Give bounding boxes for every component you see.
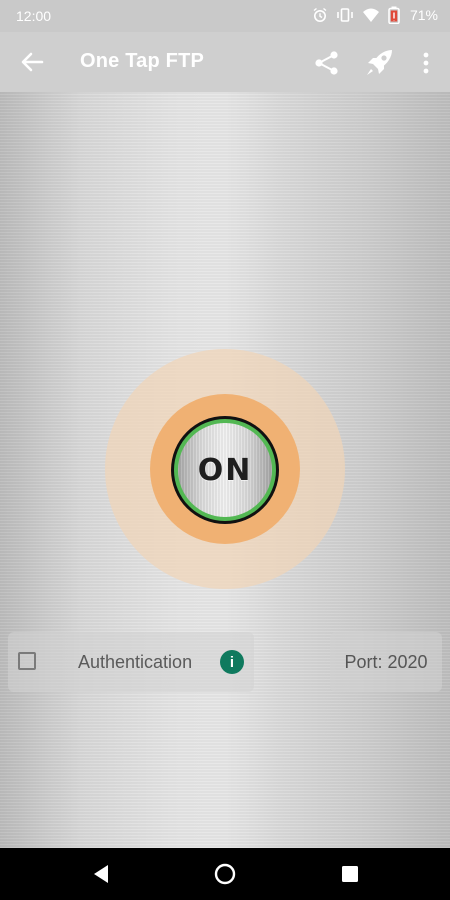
boost-button[interactable] <box>362 44 398 80</box>
nav-recents-button[interactable] <box>341 865 359 883</box>
nav-home-button[interactable] <box>213 862 237 886</box>
authentication-checkbox[interactable] <box>18 652 36 670</box>
port-label: Port: 2020 <box>344 651 428 672</box>
share-button[interactable] <box>312 48 342 78</box>
authentication-option[interactable]: Authentication i <box>8 632 254 692</box>
nav-back-button[interactable] <box>90 863 112 885</box>
port-button[interactable]: Port: 2020 <box>330 632 442 692</box>
authentication-label: Authentication <box>78 652 193 672</box>
app-title: One Tap FTP <box>80 50 205 72</box>
status-bar: 12:00 71% <box>0 0 450 32</box>
power-toggle-button[interactable]: ON <box>178 423 272 517</box>
status-icons: 71% <box>312 6 438 24</box>
info-icon[interactable]: i <box>220 650 244 674</box>
status-time: 12:00 <box>16 8 52 24</box>
battery-icon <box>388 6 400 24</box>
share-icon <box>315 51 338 75</box>
more-vert-icon <box>423 52 429 74</box>
info-glyph: i <box>229 653 235 671</box>
more-options-button[interactable] <box>414 48 438 78</box>
nav-home-icon <box>214 863 236 885</box>
nav-back-icon <box>94 865 108 883</box>
alarm-icon <box>312 7 328 23</box>
rocket-icon <box>367 50 392 75</box>
back-button[interactable] <box>16 46 48 78</box>
power-button-label: ON <box>197 452 253 488</box>
system-nav-bar <box>0 848 450 900</box>
wifi-icon <box>362 7 380 23</box>
arrow-back-icon <box>21 52 44 72</box>
nav-recents-icon <box>342 866 358 882</box>
vibrate-icon <box>336 7 354 23</box>
app-bar: One Tap FTP <box>0 32 450 92</box>
battery-percent: 71% <box>409 7 438 23</box>
